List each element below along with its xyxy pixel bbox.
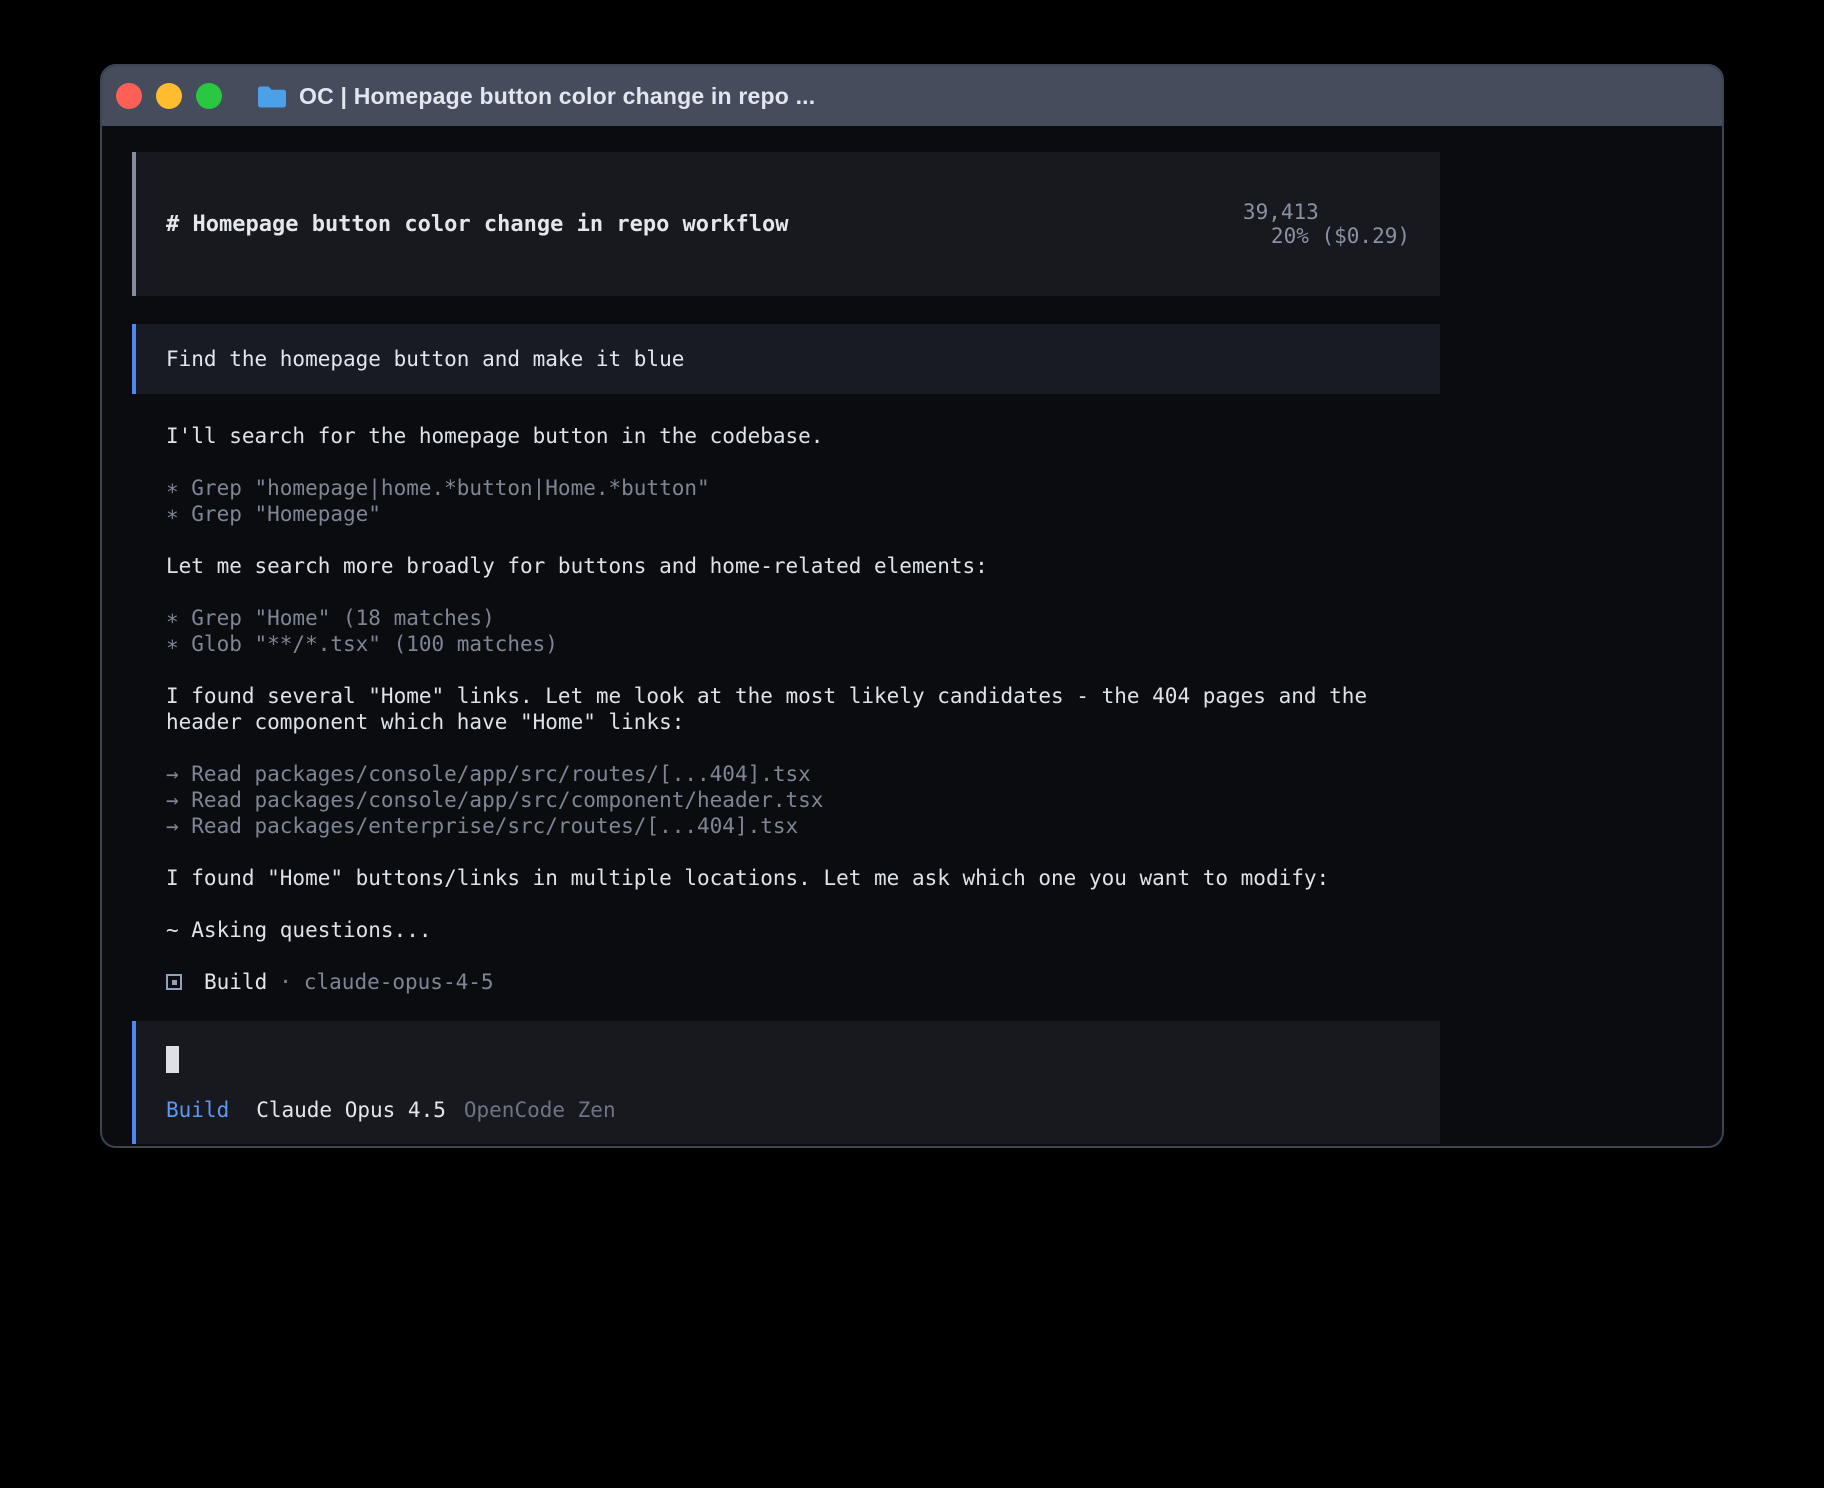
tool-call-grep: ∗ Grep "Homepage" (166, 501, 1440, 527)
assistant-text: I found several "Home" links. Let me loo… (166, 683, 1440, 735)
zoom-button[interactable] (196, 83, 222, 109)
provider-label: OpenCode Zen (464, 1098, 616, 1122)
context-usage: 20% ($0.29) (1271, 224, 1410, 248)
tool-call-grep: ∗ Grep "homepage|home.*button|Home.*butt… (166, 475, 1440, 501)
session-header: # Homepage button color change in repo w… (132, 152, 1440, 296)
assistant-transcript: I'll search for the homepage button in t… (132, 423, 1440, 995)
model-label[interactable]: Claude Opus 4.5 (256, 1098, 446, 1122)
agent-build-icon (166, 974, 182, 990)
user-message: Find the homepage button and make it blu… (132, 324, 1440, 394)
session-meta: 39,413 20% ($0.29) (1116, 176, 1410, 272)
desktop-background: OC | Homepage button color change in rep… (0, 0, 1824, 1488)
session-title: # Homepage button color change in repo w… (166, 212, 789, 237)
terminal-content: # Homepage button color change in repo w… (132, 152, 1440, 1144)
close-button[interactable] (116, 83, 142, 109)
prompt-input[interactable]: Build Claude Opus 4.5 OpenCode Zen (132, 1021, 1440, 1144)
tool-call-grep: ∗ Grep "Home" (18 matches) (166, 605, 1440, 631)
agent-name: Build (204, 969, 267, 995)
assistant-text: Let me search more broadly for buttons a… (166, 553, 1440, 579)
window-title: OC | Homepage button color change in rep… (299, 83, 815, 110)
tool-call-read: → Read packages/enterprise/src/routes/[.… (166, 813, 1440, 839)
folder-icon (256, 84, 286, 108)
tool-call-read: → Read packages/console/app/src/routes/[… (166, 761, 1440, 787)
mode-label[interactable]: Build (166, 1098, 229, 1122)
agent-separator: · (279, 969, 292, 995)
tool-call-read: → Read packages/console/app/src/componen… (166, 787, 1440, 813)
window-titlebar[interactable]: OC | Homepage button color change in rep… (102, 66, 1722, 126)
status-asking-questions: ~ Asking questions... (166, 917, 1440, 943)
minimize-button[interactable] (156, 83, 182, 109)
token-count: 39,413 (1243, 200, 1319, 224)
terminal-window: OC | Homepage button color change in rep… (100, 64, 1724, 1148)
assistant-text: I found "Home" buttons/links in multiple… (166, 865, 1440, 891)
text-cursor (166, 1046, 179, 1073)
tool-call-glob: ∗ Glob "**/*.tsx" (100 matches) (166, 631, 1440, 657)
agent-model: claude-opus-4-5 (304, 969, 494, 995)
agent-status-line: Build · claude-opus-4-5 (166, 969, 1440, 995)
assistant-text: I'll search for the homepage button in t… (166, 423, 1440, 449)
input-mode-row: Build Claude Opus 4.5 OpenCode Zen (166, 1098, 1410, 1122)
